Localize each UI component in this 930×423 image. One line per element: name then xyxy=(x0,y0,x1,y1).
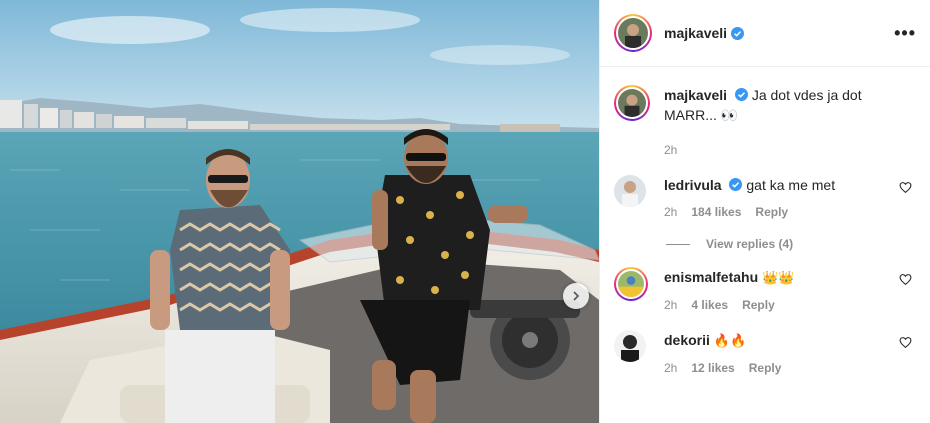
replies-divider xyxy=(666,243,690,245)
post-photo xyxy=(0,0,599,423)
comment: ledrivula gat ka me met 2h 184 likes Rep… xyxy=(614,175,916,219)
view-replies-button[interactable]: View replies (4) xyxy=(666,237,916,251)
post-header: majkaveli ••• xyxy=(600,0,930,67)
verified-badge-icon xyxy=(729,178,743,191)
next-photo-button[interactable] xyxy=(563,283,589,309)
caption-avatar[interactable] xyxy=(614,85,650,121)
commenter-avatar[interactable] xyxy=(614,175,646,207)
avatar-image xyxy=(618,271,644,297)
heart-icon[interactable] xyxy=(899,273,912,286)
photo-scene xyxy=(0,0,599,423)
comment-time: 2h xyxy=(664,298,678,312)
comment-text: 🔥🔥 xyxy=(713,333,747,348)
comment-likes[interactable]: 12 likes xyxy=(691,361,734,375)
comment-likes[interactable]: 4 likes xyxy=(691,298,728,312)
comment-username[interactable]: ledrivula xyxy=(664,177,722,193)
avatar-image xyxy=(618,89,646,117)
caption-time: 2h xyxy=(664,143,678,157)
reply-button[interactable]: Reply xyxy=(742,298,775,312)
comment-text: gat ka me met xyxy=(746,177,836,193)
author-username[interactable]: majkaveli xyxy=(664,25,727,41)
comment: dekorii 🔥🔥 2h 12 likes Reply xyxy=(614,330,916,375)
reply-button[interactable]: Reply xyxy=(755,205,788,219)
heart-icon[interactable] xyxy=(899,181,912,194)
more-options-button[interactable]: ••• xyxy=(894,23,916,44)
chevron-right-icon xyxy=(573,291,580,301)
comment-username[interactable]: dekorii xyxy=(664,332,710,348)
post-viewer: majkaveli ••• majkaveli Ja dot vdes ja d… xyxy=(0,0,930,423)
avatar-image xyxy=(618,18,648,48)
comment-time: 2h xyxy=(664,361,678,375)
comments-panel: majkaveli ••• majkaveli Ja dot vdes ja d… xyxy=(599,0,930,423)
comment-time: 2h xyxy=(664,205,678,219)
verified-badge-icon xyxy=(731,26,745,40)
caption: majkaveli Ja dot vdes ja dot MARR... 👀 2… xyxy=(614,85,916,157)
commenter-avatar[interactable] xyxy=(614,267,648,301)
comments-list: majkaveli Ja dot vdes ja dot MARR... 👀 2… xyxy=(600,67,930,423)
comment: enismalfetahu 👑👑 2h 4 likes Reply xyxy=(614,267,916,312)
comment-username[interactable]: enismalfetahu xyxy=(664,269,758,285)
reply-button[interactable]: Reply xyxy=(749,361,782,375)
verified-badge-icon xyxy=(734,88,748,101)
comment-text: 👑👑 xyxy=(762,270,795,285)
author-avatar[interactable] xyxy=(614,14,652,52)
comment-likes[interactable]: 184 likes xyxy=(691,205,741,219)
commenter-avatar[interactable] xyxy=(614,330,646,362)
heart-icon[interactable] xyxy=(899,336,912,349)
caption-username[interactable]: majkaveli xyxy=(664,87,727,103)
view-replies-label: View replies (4) xyxy=(706,237,794,251)
